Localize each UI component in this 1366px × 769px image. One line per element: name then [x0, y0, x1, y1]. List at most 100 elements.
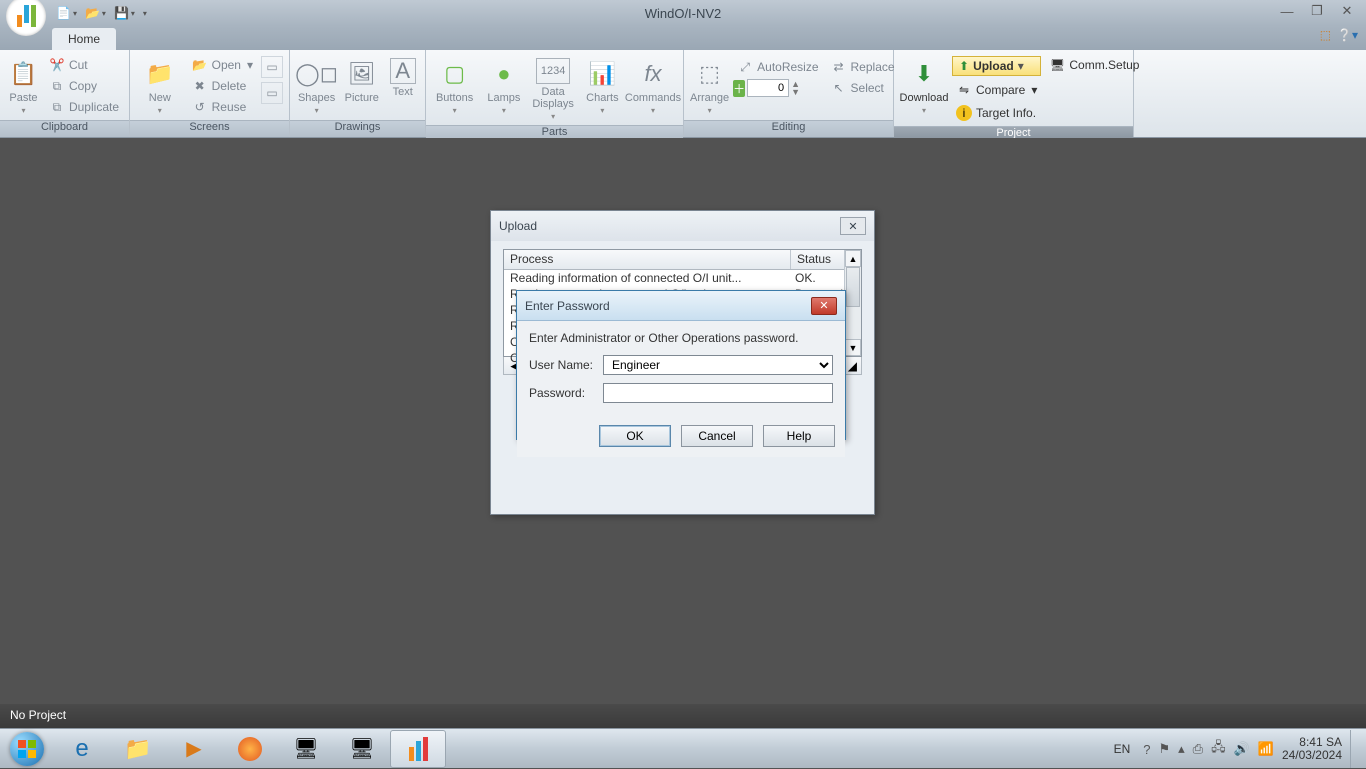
compare-button[interactable]: ⇋Compare▾ [952, 81, 1041, 99]
taskbar-app2[interactable]: 🖥 [334, 730, 390, 768]
minimize-button[interactable]: — [1272, 2, 1302, 20]
save-icon: 💾 [114, 6, 129, 20]
username-label: User Name: [529, 358, 603, 372]
autoresize-icon: ⤢ [737, 59, 753, 75]
arrange-icon: ⬚ [694, 58, 726, 90]
buttons-part[interactable]: ▢Buttons▾ [432, 54, 477, 115]
download-button[interactable]: ⬇ Download▾ [900, 54, 948, 115]
qat-open[interactable]: 📂▾ [81, 4, 110, 22]
new-screen-button[interactable]: 📁 New ▾ [136, 54, 184, 115]
folder-icon: 📁 [144, 58, 176, 90]
language-indicator[interactable]: EN [1109, 739, 1136, 759]
taskbar-app1[interactable]: 🖥 [278, 730, 334, 768]
clipboard-icon: 📋 [7, 58, 39, 90]
lamps-part[interactable]: ●Lamps▾ [481, 54, 526, 115]
usb-icon[interactable]: ⎙ [1193, 741, 1203, 757]
group-label-parts: Parts [426, 125, 683, 138]
qat-customize[interactable]: ▾ [139, 7, 151, 20]
scroll-up-icon[interactable]: ▲ [845, 250, 861, 267]
reuse-screen-button[interactable]: ↺Reuse [188, 98, 257, 116]
lamp-icon: ● [488, 58, 520, 90]
qat-new[interactable]: 📄▾ [52, 4, 81, 22]
taskbar-explorer[interactable]: 📁 [110, 730, 166, 768]
show-desktop[interactable] [1350, 730, 1360, 768]
replace-button[interactable]: ⇄Replace [827, 58, 899, 76]
picture-button[interactable]: 🖼 Picture [341, 54, 382, 104]
taskbar-firefox[interactable] [222, 730, 278, 768]
help-button[interactable]: Help [763, 425, 835, 447]
tab-home[interactable]: Home [52, 28, 116, 50]
ribbon: 📋 Paste ▾ ✂️Cut ⧉Copy ⧉Duplicate Clipboa… [0, 50, 1366, 138]
network-icon[interactable]: 🖧 [1211, 738, 1226, 760]
app-status-bar: No Project [0, 704, 1366, 728]
upload-button[interactable]: ⬆ Upload ▾ [952, 56, 1041, 76]
select-button[interactable]: ↖Select [827, 79, 899, 97]
comm-setup-button[interactable]: 🖥Comm.Setup [1045, 56, 1143, 74]
copy-button[interactable]: ⧉Copy [45, 77, 123, 95]
window-title: WindO/I-NV2 [645, 6, 722, 21]
maximize-button[interactable]: ❐ [1302, 2, 1332, 20]
commands-part[interactable]: fxCommands▾ [629, 54, 677, 115]
target-info-button[interactable]: iTarget Info. [952, 104, 1041, 122]
scroll-down-icon[interactable]: ▼ [845, 339, 861, 356]
col-process[interactable]: Process [504, 250, 791, 269]
text-icon: A [390, 58, 416, 84]
taskbar-media[interactable]: ▶ [166, 730, 222, 768]
size-input[interactable] [747, 79, 789, 97]
password-dialog-title: Enter Password [525, 299, 610, 313]
cube-icon[interactable]: ⬚ [1320, 28, 1331, 42]
chart-icon: 📊 [586, 58, 618, 90]
ok-button[interactable]: OK [599, 425, 671, 447]
qat-save[interactable]: 💾▾ [110, 4, 139, 22]
upload-dialog-close[interactable]: ✕ [840, 217, 866, 235]
taskbar-windoi[interactable] [390, 730, 446, 768]
text-button[interactable]: A Text [386, 54, 419, 98]
taskbar: e 📁 ▶ 🖥 🖥 EN ? ⚑ ▴ ⎙ 🖧 🔊 📶 8:41 SA 24/03… [0, 728, 1366, 768]
delete-screen-button[interactable]: ✖Delete [188, 77, 257, 95]
scroll-thumb[interactable] [846, 267, 860, 307]
password-dialog-close[interactable]: ✕ [811, 297, 837, 315]
numeric-icon: 1234 [536, 58, 570, 84]
volume-icon[interactable]: 🔊 [1234, 741, 1250, 757]
username-select[interactable]: Engineer [603, 355, 833, 375]
action-center-icon[interactable]: ⚑ [1158, 741, 1170, 757]
windoi-icon [409, 737, 428, 761]
start-button[interactable] [0, 729, 54, 769]
ie-icon: e [75, 735, 88, 763]
spinner-icon[interactable]: ▲▼ [791, 80, 800, 96]
plus-icon: ＋ [733, 80, 745, 97]
download-icon: ⬇ [908, 58, 940, 90]
help-tray-icon[interactable]: ? [1143, 742, 1150, 757]
cancel-button[interactable]: Cancel [681, 425, 753, 447]
charts-part[interactable]: 📊Charts▾ [580, 54, 625, 115]
screen-layout-2-icon[interactable]: ▭ [261, 82, 283, 104]
wifi-icon[interactable]: 📶 [1258, 741, 1274, 757]
help-icon[interactable]: ❔▾ [1337, 28, 1358, 42]
comm-icon: 🖥 [1049, 57, 1065, 73]
document-icon: 📄 [56, 6, 71, 20]
tray-chevron-icon[interactable]: ▴ [1178, 741, 1185, 757]
password-input[interactable] [603, 383, 833, 403]
close-button[interactable]: ✕ [1332, 2, 1362, 20]
taskbar-ie[interactable]: e [54, 730, 110, 768]
replace-icon: ⇄ [831, 59, 847, 75]
duplicate-button[interactable]: ⧉Duplicate [45, 98, 123, 116]
function-icon: fx [637, 58, 669, 90]
reuse-icon: ↺ [192, 99, 208, 115]
cut-button[interactable]: ✂️Cut [45, 56, 123, 74]
table-scrollbar[interactable]: ▲ ▼ [844, 250, 861, 356]
system-tray: EN ? ⚑ ▴ ⎙ 🖧 🔊 📶 8:41 SA 24/03/2024 [1109, 729, 1360, 769]
open-screen-button[interactable]: 📂Open▾ [188, 56, 257, 74]
clock[interactable]: 8:41 SA 24/03/2024 [1282, 736, 1342, 762]
gear-monitor-icon: 🖥 [349, 736, 374, 761]
button-icon: ▢ [439, 58, 471, 90]
screen-layout-1-icon[interactable]: ▭ [261, 56, 283, 78]
data-displays-part[interactable]: 1234Data Displays▾ [531, 54, 576, 121]
autoresize-button[interactable]: ⤢AutoResize [733, 58, 822, 76]
quick-access-toolbar: 📄▾ 📂▾ 💾▾ ▾ [52, 4, 151, 22]
table-row: Reading information of connected O/I uni… [504, 270, 861, 286]
arrange-button[interactable]: ⬚Arrange▾ [690, 54, 729, 115]
paste-button[interactable]: 📋 Paste ▾ [6, 54, 41, 115]
shapes-button[interactable]: ◯◻ Shapes▾ [296, 54, 337, 115]
size-spinner[interactable]: ＋ ▲▼ [733, 79, 822, 97]
